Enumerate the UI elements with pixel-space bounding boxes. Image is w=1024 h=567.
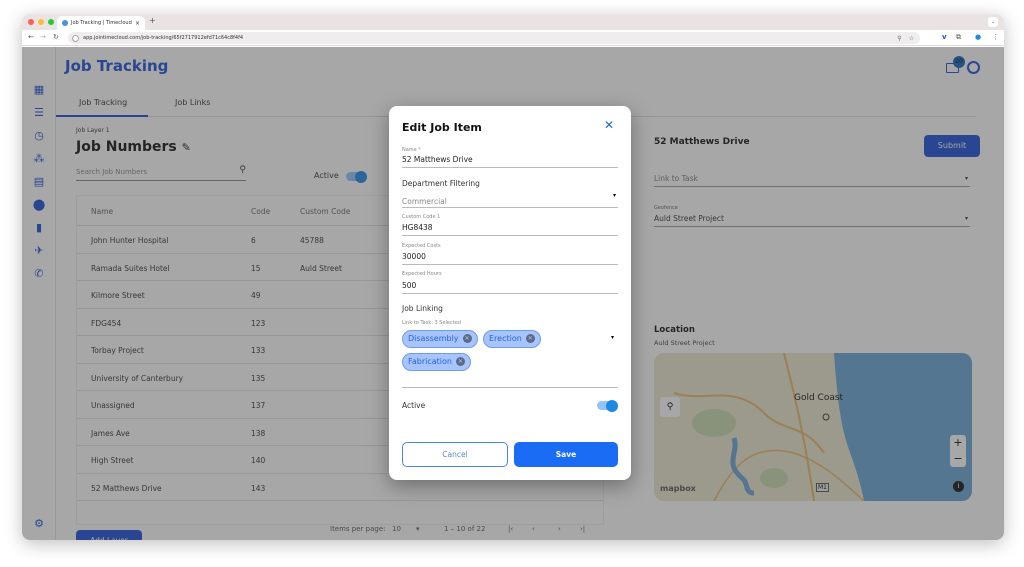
remove-chip-icon[interactable]: ✕ [525, 334, 535, 343]
chevron-down-icon: ▾ [610, 334, 614, 341]
cancel-button[interactable]: Cancel [402, 442, 508, 467]
expected-hours-field[interactable]: Expected Hours 500 [402, 271, 618, 294]
zoom-icon[interactable]: ⚲ [897, 35, 901, 42]
custom-code-label: Custom Code 1 [402, 214, 441, 220]
browser-tab-title: Job Tracking | Timecloud [71, 20, 132, 26]
job-linking-label: Job Linking [402, 304, 443, 313]
expected-hours-value: 500 [402, 281, 417, 290]
window-controls [28, 19, 54, 25]
forward-icon[interactable]: → [40, 33, 46, 41]
profile-icon[interactable]: ● [975, 33, 981, 41]
chevron-down-icon: ▾ [612, 192, 616, 199]
custom-code-value: HG8438 [402, 223, 433, 232]
screen: Job Tracking | Timecloud × + ⌄ ← → ↻ app… [0, 0, 1024, 567]
chip-disassembly: Disassembly ✕ [402, 330, 478, 348]
url-field[interactable]: app.jointimecloud.com/job-tracking/65f27… [68, 32, 920, 44]
active-label: Active [402, 401, 426, 410]
browser-tab-bar: Job Tracking | Timecloud × + ⌄ [22, 14, 1004, 30]
link-to-task-label: Link to Task: 3 Selected [402, 320, 461, 326]
tab-search-button[interactable]: ⌄ [988, 17, 998, 27]
close-icon[interactable]: ✕ [604, 118, 614, 132]
site-info-icon[interactable] [72, 34, 79, 42]
maximize-window-button[interactable] [48, 19, 54, 25]
toggle-knob [606, 399, 618, 412]
reload-icon[interactable]: ↻ [53, 33, 59, 41]
save-button[interactable]: Save [514, 442, 618, 467]
close-tab-icon[interactable]: × [135, 20, 140, 27]
bookmark-star-icon[interactable]: ☆ [909, 35, 914, 42]
edit-job-item-dialog: Edit Job Item ✕ Name * 52 Matthews Drive… [389, 106, 631, 480]
address-bar-row: ← → ↻ app.jointimecloud.com/job-tracking… [22, 30, 1004, 46]
extension-v-icon[interactable]: v [942, 33, 947, 41]
name-value: 52 Matthews Drive [402, 155, 473, 164]
dialog-title: Edit Job Item [402, 121, 482, 134]
expected-costs-label: Expected Costs [402, 243, 441, 249]
chip-label: Fabrication [408, 357, 452, 366]
name-field[interactable]: Name * 52 Matthews Drive [402, 147, 618, 168]
favicon-icon [62, 20, 68, 26]
extensions-puzzle-icon[interactable]: ⧉ [956, 33, 961, 42]
chip-fabrication: Fabrication ✕ [402, 353, 471, 371]
expected-hours-label: Expected Hours [402, 271, 442, 277]
expected-costs-value: 30000 [402, 252, 426, 261]
active-toggle[interactable] [597, 399, 618, 412]
minimize-window-button[interactable] [38, 19, 44, 25]
chip-erection: Erection ✕ [483, 330, 541, 348]
new-tab-button[interactable]: + [149, 16, 156, 25]
department-select[interactable]: Commercial ▾ [402, 192, 618, 208]
browser-tab[interactable]: Job Tracking | Timecloud × [57, 16, 145, 30]
close-window-button[interactable] [28, 19, 34, 25]
custom-code-field[interactable]: Custom Code 1 HG8438 [402, 214, 618, 236]
name-label: Name * [402, 147, 421, 153]
chip-label: Disassembly [408, 334, 459, 343]
chip-label: Erection [489, 334, 522, 343]
browser-menu-icon[interactable]: ⋮ [992, 33, 999, 41]
remove-chip-icon[interactable]: ✕ [462, 334, 472, 343]
expected-costs-field[interactable]: Expected Costs 30000 [402, 243, 618, 265]
department-value: Commercial [402, 197, 447, 206]
url-text: app.jointimecloud.com/job-tracking/65f27… [83, 35, 244, 41]
department-filtering-label: Department Filtering [402, 179, 480, 188]
back-icon[interactable]: ← [28, 33, 34, 41]
remove-chip-icon[interactable]: ✕ [455, 357, 465, 366]
